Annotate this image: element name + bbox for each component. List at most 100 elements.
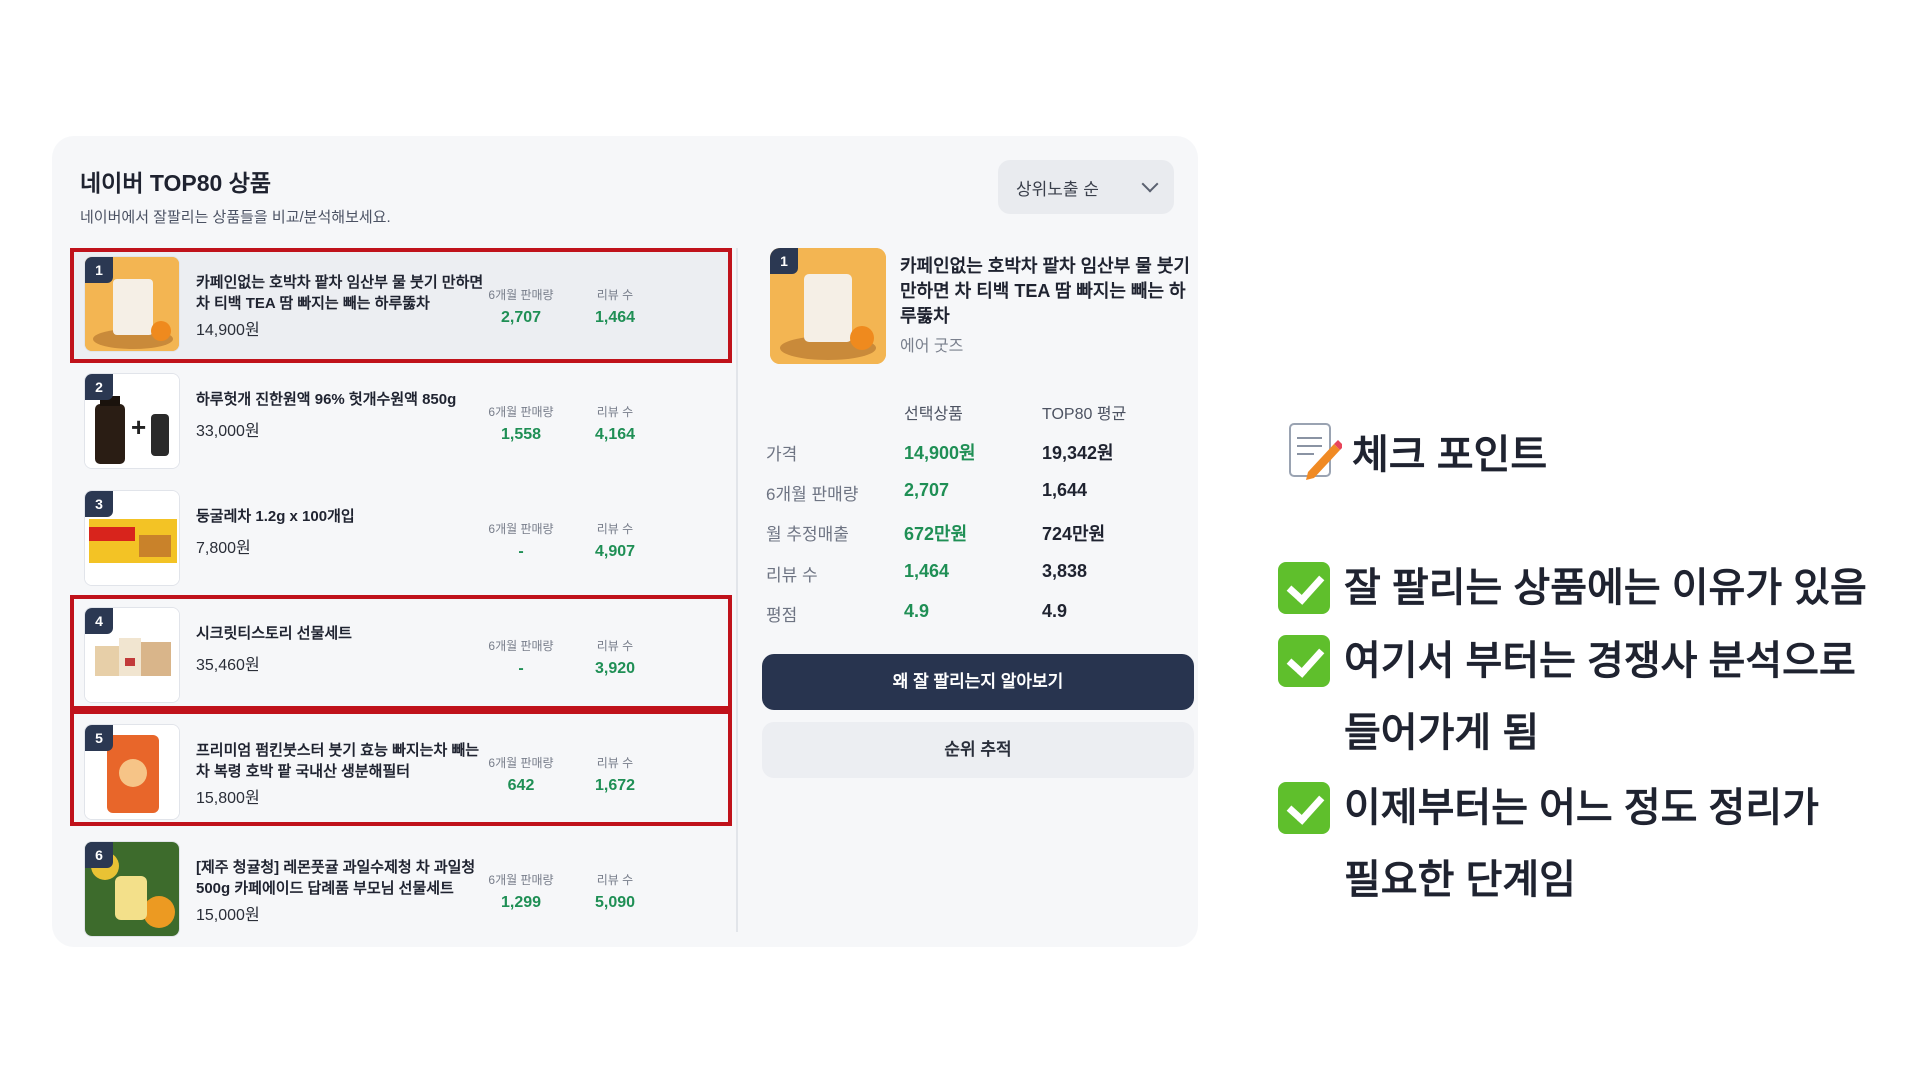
sales-label: 6개월 판매량: [488, 405, 554, 419]
sales-stat: 6개월 판매량 -: [476, 520, 566, 561]
reviews-label: 리뷰 수: [596, 873, 634, 887]
reviews-label: 리뷰 수: [596, 405, 634, 419]
product-row[interactable]: 4 시크릿티스토리 선물세트 35,460원 6개월 판매량 - 리뷰 수 3,…: [70, 599, 730, 710]
reviews-stat: 리뷰 수 4,907: [570, 520, 660, 561]
cmp-avg-reviews: 3,838: [1042, 561, 1088, 581]
top80-card: 네이버 TOP80 상품 네이버에서 잘팔리는 상품들을 비교/분석해보세요. …: [52, 136, 1198, 947]
reviews-label: 리뷰 수: [596, 522, 634, 536]
sales-stat: 6개월 판매량 1,299: [476, 871, 566, 912]
checkpoint-text: 여기서 부터는 경쟁사 분석으로: [1344, 639, 1856, 683]
sales-label: 6개월 판매량: [488, 639, 554, 653]
cmp-selected-rating: 4.9: [904, 601, 930, 621]
sales-value: -: [518, 543, 524, 560]
checkpoint-title: 체크 포인트: [1352, 433, 1548, 477]
card-subtitle: 네이버에서 잘팔리는 상품들을 비교/분석해보세요.: [80, 209, 391, 226]
product-row[interactable]: 2 + 하루헛개 진한원액 96% 헛개수원액 850g 33,000원 6개월…: [70, 365, 730, 476]
rank-tracking-button[interactable]: 순위 추적: [762, 722, 1194, 778]
product-row[interactable]: 6 [제주 청귤청] 레몬풋귤 과일수제청 차 과일청 500g 카페에이드 답…: [70, 833, 730, 944]
cmp-label-reviews: 리뷰 수: [766, 566, 818, 585]
panel-divider: [736, 248, 738, 932]
product-row[interactable]: 1 카페인없는 호박차 팥차 임산부 물 붓기 만하면 차 티백 TEA 땀 빠…: [70, 248, 730, 359]
sales-value: 642: [507, 777, 535, 794]
reviews-value: 1,672: [594, 777, 636, 794]
rank-badge: 4: [85, 608, 113, 634]
product-name: 하루헛개 진한원액 96% 헛개수원액 850g: [196, 391, 457, 408]
product-name: 카페인없는 호박차 팥차 임산부 물 붓기 만하면 차 티백 TEA 땀 빠지는…: [196, 274, 484, 312]
product-name: 프리미엄 펌킨붓스터 붓기 효능 빠지는차 빼는차 복령 호박 팥 국내산 생분…: [196, 742, 480, 780]
detail-thumbnail: 1: [770, 248, 886, 364]
sales-stat: 6개월 판매량 642: [476, 754, 566, 795]
reviews-label: 리뷰 수: [596, 288, 634, 302]
sales-label: 6개월 판매량: [488, 873, 554, 887]
cmp-selected-price: 14,900원: [904, 443, 976, 463]
cmp-selected-revenue: 672만원: [904, 524, 968, 544]
sales-label: 6개월 판매량: [488, 522, 554, 536]
reviews-stat: 리뷰 수 5,090: [570, 871, 660, 912]
reviews-stat: 리뷰 수 1,672: [570, 754, 660, 795]
reviews-value: 4,164: [594, 426, 636, 443]
cmp-avg-rating: 4.9: [1042, 601, 1068, 621]
sales-label: 6개월 판매량: [488, 756, 554, 770]
reviews-label: 리뷰 수: [596, 639, 634, 653]
product-thumbnail: 4: [84, 607, 180, 703]
col-avg-header: TOP80 평균: [1042, 406, 1127, 423]
sales-value: -: [518, 660, 524, 677]
product-row[interactable]: 3 둥굴레차 1.2g x 100개입 7,800원 6개월 판매량 - 리뷰 …: [70, 482, 730, 593]
sort-dropdown[interactable]: 상위노출 순: [998, 160, 1174, 214]
memo-icon: [1289, 423, 1342, 480]
chevron-down-icon: [1141, 175, 1159, 193]
cmp-avg-price: 19,342원: [1042, 443, 1114, 463]
sales-stat: 6개월 판매량 2,707: [476, 286, 566, 327]
col-selected-header: 선택상품: [904, 406, 963, 423]
product-thumbnail: 2 +: [84, 373, 180, 469]
product-thumbnail: 1: [84, 256, 180, 352]
rank-badge: 1: [85, 257, 113, 283]
product-name: 시크릿티스토리 선물세트: [196, 625, 352, 642]
reviews-value: 1,464: [594, 309, 636, 326]
reviews-value: 5,090: [594, 894, 636, 911]
reviews-stat: 리뷰 수 4,164: [570, 403, 660, 444]
svg-text:+: +: [131, 412, 146, 442]
detail-seller: 에어 굿즈: [900, 338, 964, 355]
sort-dropdown-label: 상위노출 순: [1016, 179, 1099, 199]
checkpoint-text-cont: 들어가게 됨: [1344, 711, 1540, 755]
sales-stat: 6개월 판매량 1,558: [476, 403, 566, 444]
rank-badge: 3: [85, 491, 113, 517]
cmp-selected-sales: 2,707: [904, 480, 950, 500]
product-thumbnail: 3: [84, 490, 180, 586]
checkpoint-item: 여기서 부터는 경쟁사 분석으로 들어가게 됨: [1278, 625, 1856, 769]
cmp-label-sales: 6개월 판매량: [766, 485, 859, 504]
check-mark-icon: [1278, 562, 1330, 614]
rank-badge: 2: [85, 374, 113, 400]
cmp-label-rating: 평점: [766, 606, 798, 625]
checkpoint-heading: 체크 포인트: [1284, 420, 1547, 482]
sales-value: 1,558: [500, 426, 542, 443]
cmp-label-revenue: 월 추정매출: [766, 525, 849, 544]
checkpoint-item: 이제부터는 어느 정도 정리가 필요한 단계임: [1278, 772, 1819, 916]
sales-label: 6개월 판매량: [488, 288, 554, 302]
why-selling-button[interactable]: 왜 잘 팔리는지 알아보기: [762, 654, 1194, 710]
cmp-label-price: 가격: [766, 445, 798, 464]
product-thumbnail: 6: [84, 841, 180, 937]
rank-badge: 6: [85, 842, 113, 868]
reviews-stat: 리뷰 수 3,920: [570, 637, 660, 678]
checkpoint-text-cont: 필요한 단계임: [1344, 858, 1576, 902]
detail-product-name: 카페인없는 호박차 팥차 임산부 물 붓기 만하면 차 티백 TEA 땀 빠지는…: [900, 256, 1190, 326]
product-row[interactable]: 5 프리미엄 펌킨붓스터 붓기 효능 빠지는차 빼는차 복령 호박 팥 국내산 …: [70, 716, 730, 827]
reviews-value: 3,920: [594, 660, 636, 677]
rank-badge: 5: [85, 725, 113, 751]
product-price: 15,000원: [196, 907, 260, 924]
reviews-stat: 리뷰 수 1,464: [570, 286, 660, 327]
reviews-label: 리뷰 수: [596, 756, 634, 770]
rank-badge: 1: [770, 248, 798, 274]
product-price: 15,800원: [196, 790, 260, 807]
sales-stat: 6개월 판매량 -: [476, 637, 566, 678]
product-name: [제주 청귤청] 레몬풋귤 과일수제청 차 과일청 500g 카페에이드 답례품…: [196, 859, 476, 897]
reviews-value: 4,907: [594, 543, 636, 560]
card-title: 네이버 TOP80 상품: [80, 170, 272, 196]
product-price: 7,800원: [196, 540, 251, 557]
cmp-selected-reviews: 1,464: [904, 561, 950, 581]
product-thumbnail: 5: [84, 724, 180, 820]
check-mark-icon: [1278, 635, 1330, 687]
checkpoint-text: 잘 팔리는 상품에는 이유가 있음: [1344, 566, 1867, 610]
